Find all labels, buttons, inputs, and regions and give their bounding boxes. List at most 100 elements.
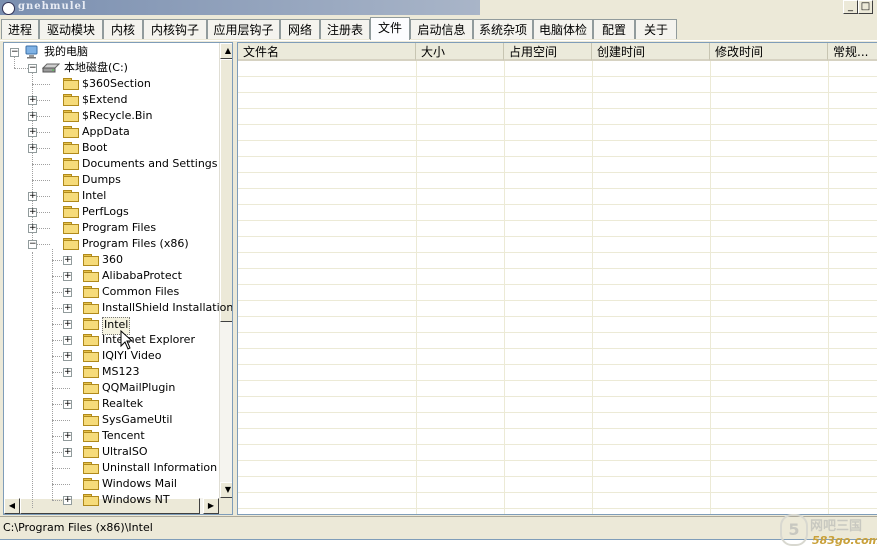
- tree-node-folder[interactable]: UltraISO: [102, 444, 148, 460]
- tree-node-folder[interactable]: 360: [102, 252, 123, 268]
- minimize-button[interactable]: _: [843, 0, 858, 14]
- folder-icon: [83, 270, 99, 282]
- tree-node-folder[interactable]: $Extend: [82, 92, 128, 108]
- expand-toggle[interactable]: +: [63, 320, 72, 329]
- tree-vertical-scrollbar[interactable]: ▲ ▼: [219, 43, 232, 498]
- grid-column-line: [828, 61, 829, 514]
- tab-5[interactable]: 网络: [280, 19, 320, 39]
- column-header[interactable]: 大小: [416, 43, 504, 61]
- expand-toggle[interactable]: +: [63, 256, 72, 265]
- folder-icon: [63, 206, 79, 218]
- tree-node-local-disk-c[interactable]: 本地磁盘(C:): [64, 60, 128, 76]
- expand-toggle[interactable]: +: [28, 112, 37, 121]
- folder-icon: [83, 334, 99, 346]
- tree-scroll-thumb[interactable]: [220, 59, 232, 322]
- expand-toggle[interactable]: +: [28, 224, 37, 233]
- tree-node-folder[interactable]: Program Files: [82, 220, 156, 236]
- tree-node-folder[interactable]: Intel: [82, 188, 106, 204]
- expand-toggle[interactable]: +: [63, 400, 72, 409]
- column-header[interactable]: 文件名: [238, 43, 416, 61]
- watermark-text: 网吧三国: [810, 519, 863, 534]
- expand-toggle[interactable]: +: [63, 496, 72, 505]
- folder-tree[interactable]: ▲ ▼ ◀ ▶ − 我的电脑 − 本地磁盘(C:) $360Section + $Exten…: [3, 42, 233, 515]
- tree-node-folder[interactable]: IQIYI Video: [102, 348, 161, 364]
- tab-0[interactable]: 进程: [1, 19, 39, 39]
- tab-2[interactable]: 内核: [103, 19, 143, 39]
- tab-10[interactable]: 电脑体检: [533, 19, 593, 39]
- folder-icon: [63, 78, 79, 90]
- collapse-drive-toggle[interactable]: −: [28, 64, 37, 73]
- tree-connector-line: [32, 164, 50, 165]
- scroll-right-arrow-icon[interactable]: ▶: [203, 498, 219, 514]
- tab-11[interactable]: 配置: [593, 19, 635, 39]
- tree-node-folder[interactable]: Windows Mail: [102, 476, 177, 492]
- expand-toggle[interactable]: +: [28, 208, 37, 217]
- grid-column-line: [710, 61, 711, 514]
- grid-column-line: [592, 61, 593, 514]
- expand-toggle[interactable]: +: [63, 432, 72, 441]
- scroll-left-arrow-icon[interactable]: ◀: [4, 498, 20, 514]
- tree-node-my-computer[interactable]: 我的电脑: [44, 44, 88, 60]
- tab-8[interactable]: 启动信息: [410, 19, 473, 39]
- file-list[interactable]: 文件名 大小 占用空间 创建时间 修改时间 常规...: [237, 42, 877, 515]
- tree-node-folder[interactable]: Documents and Settings: [82, 156, 218, 172]
- expand-toggle[interactable]: +: [63, 288, 72, 297]
- column-header[interactable]: 创建时间: [592, 43, 710, 61]
- tree-node-folder[interactable]: Realtek: [102, 396, 143, 412]
- tree-node-folder[interactable]: Uninstall Information: [102, 460, 217, 476]
- expand-toggle[interactable]: +: [28, 144, 37, 153]
- tab-3[interactable]: 内核钩子: [143, 19, 207, 39]
- tree-node-folder[interactable]: AppData: [82, 124, 130, 140]
- tab-7[interactable]: 文件: [370, 17, 410, 40]
- tab-4[interactable]: 应用层钩子: [207, 19, 280, 39]
- tree-node-folder[interactable]: PerfLogs: [82, 204, 129, 220]
- tab-12[interactable]: 关于: [635, 19, 677, 39]
- folder-icon: [83, 254, 99, 266]
- expand-toggle[interactable]: +: [63, 368, 72, 377]
- tree-node-folder[interactable]: AlibabaProtect: [102, 268, 182, 284]
- collapse-root-toggle[interactable]: −: [10, 48, 19, 57]
- tree-node-folder[interactable]: Dumps: [82, 172, 121, 188]
- tab-1[interactable]: 驱动模块: [39, 19, 103, 39]
- expand-toggle[interactable]: +: [63, 272, 72, 281]
- tree-node-folder[interactable]: Internet Explorer: [102, 332, 195, 348]
- expand-toggle[interactable]: −: [28, 240, 37, 249]
- column-header[interactable]: 常规...: [828, 43, 877, 61]
- tree-node-folder[interactable]: $360Section: [82, 76, 151, 92]
- tree-connector-line: [52, 388, 70, 389]
- expand-toggle[interactable]: +: [28, 128, 37, 137]
- tree-node-folder[interactable]: InstallShield Installation: [102, 300, 232, 316]
- tree-node-folder[interactable]: QQMailPlugin: [102, 380, 175, 396]
- expand-toggle[interactable]: +: [63, 304, 72, 313]
- tree-connector-line: [32, 252, 33, 508]
- tree-node-folder[interactable]: $Recycle.Bin: [82, 108, 152, 124]
- drive-icon: [41, 63, 61, 73]
- tree-node-folder[interactable]: SysGameUtil: [102, 412, 172, 428]
- folder-icon: [63, 94, 79, 106]
- folder-icon: [63, 238, 79, 250]
- tab-6[interactable]: 注册表: [320, 19, 370, 39]
- column-header[interactable]: 修改时间: [710, 43, 828, 61]
- expand-toggle[interactable]: +: [63, 336, 72, 345]
- scroll-down-arrow-icon[interactable]: ▼: [220, 482, 232, 498]
- expand-toggle[interactable]: +: [63, 352, 72, 361]
- expand-toggle[interactable]: +: [28, 96, 37, 105]
- tab-9[interactable]: 系统杂项: [473, 19, 533, 39]
- main-tabs: 进程 驱动模块 内核 内核钩子 应用层钩子 网络 注册表 文件 启动信息 系统杂项 电脑体检 配置 关于: [0, 17, 877, 41]
- column-header[interactable]: 占用空间: [504, 43, 592, 61]
- tree-node-folder[interactable]: Boot: [82, 140, 107, 156]
- expand-toggle[interactable]: +: [63, 448, 72, 457]
- tree-node-folder[interactable]: Tencent: [102, 428, 145, 444]
- folder-icon: [63, 126, 79, 138]
- folder-icon: [63, 222, 79, 234]
- expand-toggle[interactable]: +: [28, 192, 37, 201]
- maximize-button[interactable]: □: [858, 0, 873, 14]
- grid-column-line: [416, 61, 417, 514]
- title-bar: gnehmulel _ □: [0, 0, 877, 16]
- tree-node-folder[interactable]: MS123: [102, 364, 139, 380]
- tree-node-folder[interactable]: Program Files (x86): [82, 236, 189, 252]
- tree-connector-line: [52, 249, 53, 500]
- tree-node-folder[interactable]: Common Files: [102, 284, 179, 300]
- scroll-up-arrow-icon[interactable]: ▲: [220, 43, 232, 59]
- tree-node-folder[interactable]: Windows NT: [102, 492, 170, 508]
